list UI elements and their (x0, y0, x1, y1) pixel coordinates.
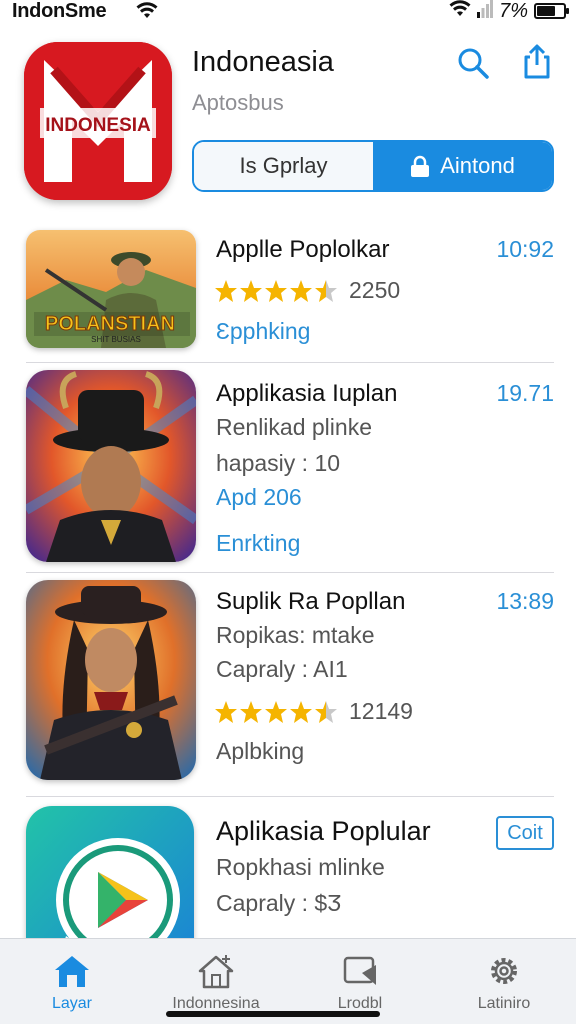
tab-latiniro[interactable]: Latiniro (432, 939, 576, 1024)
segment-right[interactable]: Aintond (373, 142, 552, 190)
battery-icon (534, 3, 569, 19)
house-outline-icon (198, 955, 234, 989)
signal-icon (477, 0, 494, 23)
app-title: Indoneasia (192, 46, 334, 78)
rating-count: 12149 (349, 698, 413, 724)
wifi-icon (136, 2, 158, 25)
divider (26, 796, 554, 797)
home-indicator[interactable] (166, 1011, 380, 1017)
app-name: Applikasia Iuplan (216, 380, 398, 407)
share-icon (524, 44, 550, 79)
app-name: Applle Poplolkar (216, 236, 390, 263)
app-thumbnail: POLANSTIAN SHIT BUSIAS (26, 230, 196, 348)
star-icon (240, 279, 262, 302)
carrier-name: IndonSme (12, 0, 107, 22)
star-rating: 2250 (214, 277, 400, 304)
app-capacity: Capraly : $Ӡ (216, 890, 342, 916)
media-icon (343, 956, 376, 985)
status-bar: IndonSme 7% (0, 0, 576, 24)
star-icon (215, 279, 237, 302)
half-star-icon (315, 279, 337, 302)
share-button[interactable] (518, 42, 556, 80)
star-icon (265, 279, 287, 302)
get-link[interactable]: Aplbking (216, 738, 304, 765)
battery-percentage: 7% (499, 0, 528, 22)
app-time: 13:89 (496, 588, 554, 614)
app-time: 10:92 (496, 236, 554, 262)
app-description: Renlikad plinke (216, 414, 372, 440)
app-icon-indonesia[interactable]: INDONESIA (24, 42, 172, 200)
battery-fill (537, 6, 556, 16)
segment-left-label: Is Gprlay (239, 153, 328, 178)
tab-label: Latiniro (477, 995, 531, 1012)
segment-right-label: Aintond (440, 153, 515, 178)
divider (26, 362, 554, 363)
app-capacity: Capraly : AI1 (216, 656, 348, 682)
star-icon (290, 279, 312, 302)
half-star-icon (315, 700, 337, 723)
gear-icon (491, 958, 517, 984)
tab-layar[interactable]: Layar (0, 939, 144, 1024)
app-version: Apd 206 (216, 484, 302, 510)
star-rating: 12149 (214, 698, 413, 725)
divider (26, 572, 554, 573)
star-icon (290, 700, 312, 723)
rating-count: 2250 (349, 277, 401, 303)
app-thumbnail (26, 580, 196, 780)
get-button[interactable]: Coit (496, 816, 554, 850)
search-button[interactable] (454, 44, 492, 82)
segmented-control: Is Gprlay Aintond (192, 140, 554, 192)
tab-label: Layar (51, 995, 93, 1012)
app-thumbnail (26, 370, 196, 562)
lock-icon (411, 155, 430, 177)
star-icon (265, 700, 287, 723)
segment-left[interactable]: Is Gprlay (194, 142, 373, 190)
star-icon (215, 700, 237, 723)
app-name: Aplikasia Poplular (216, 816, 431, 846)
app-capacity: hapasiy : 10 (216, 450, 341, 476)
app-icon-text: INDONESIA (45, 115, 151, 136)
home-icon (55, 956, 89, 987)
star-icon (240, 700, 262, 723)
app-time: 19.71 (496, 380, 554, 406)
app-name: Suplik Ra Popllan (216, 588, 406, 615)
app-description: Ropikas: mtake (216, 622, 375, 648)
app-description: Ropkhasi mlinke (216, 854, 385, 880)
wifi-icon (449, 0, 471, 23)
thumb-subtitle: SHIT BUSIAS (91, 335, 141, 344)
search-icon (458, 48, 489, 79)
app-subtitle: Aptosbus (192, 90, 284, 115)
get-link[interactable]: Enrkting (216, 530, 300, 557)
get-link[interactable]: Ɛpphking (216, 318, 310, 345)
thumb-title: POLANSTIAN (45, 313, 175, 335)
